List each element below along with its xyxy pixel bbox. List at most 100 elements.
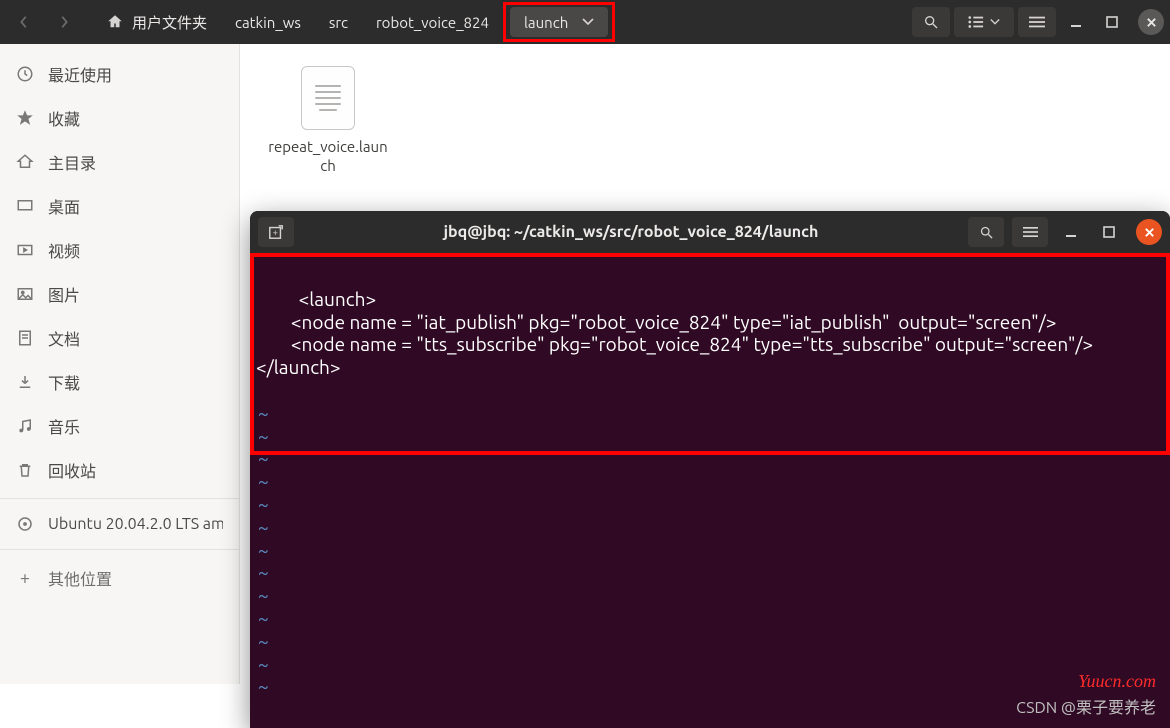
chevron-down-icon [582, 17, 594, 27]
disk-icon [16, 515, 34, 533]
music-icon [16, 417, 34, 435]
search-icon [923, 14, 939, 30]
back-button[interactable] [6, 7, 42, 37]
crumb-label: 用户文件夹 [132, 12, 207, 33]
sidebar-item-home[interactable]: 主目录 [0, 140, 239, 184]
hamburger-icon [1029, 16, 1045, 28]
minimize-icon [1069, 15, 1083, 29]
vim-empty-line: ~ [256, 584, 1164, 607]
maximize-icon [1106, 16, 1118, 28]
chevron-left-icon [17, 15, 31, 29]
menu-button[interactable] [1018, 7, 1056, 37]
maximize-icon [1103, 226, 1115, 238]
sidebar-item-label: 回收站 [48, 458, 96, 482]
terminal-window: + jbq@jbq: ~/catkin_ws/src/robot_voice_8… [250, 211, 1170, 728]
terminal-maximize-button[interactable] [1094, 217, 1124, 247]
sidebar-item-trash[interactable]: 回收站 [0, 448, 239, 492]
terminal-body[interactable]: <launch> <node name = "iat_publish" pkg=… [250, 253, 1170, 728]
crumb-home[interactable]: 用户文件夹 [92, 7, 221, 37]
vim-empty-line: ~ [256, 402, 1164, 425]
terminal-content: <launch> <node name = "iat_publish" pkg=… [256, 288, 1093, 378]
search-icon [979, 225, 994, 240]
sidebar-item-label: 桌面 [48, 194, 80, 218]
vim-empty-line: ~ [256, 425, 1164, 448]
sidebar-item-label: 视频 [48, 238, 80, 262]
new-tab-button[interactable]: + [258, 217, 294, 247]
close-button[interactable] [1138, 9, 1164, 35]
vim-empty-line: ~ [256, 447, 1164, 470]
terminal-close-button[interactable] [1136, 219, 1162, 245]
chevron-right-icon [57, 15, 71, 29]
vim-empty-line: ~ [256, 561, 1164, 584]
view-toggle-button[interactable] [954, 7, 1014, 37]
terminal-titlebar: + jbq@jbq: ~/catkin_ws/src/robot_voice_8… [250, 211, 1170, 253]
document-icon [16, 329, 34, 347]
new-tab-icon: + [268, 224, 284, 240]
watermark-site: Yuucn.com [1078, 671, 1156, 692]
vim-empty-line: ~ [256, 630, 1164, 653]
file-item[interactable]: repeat_voice.launch [268, 66, 388, 176]
vim-empty-line: ~ [256, 607, 1164, 630]
forward-button[interactable] [46, 7, 82, 37]
sidebar-item-label: 收藏 [48, 106, 80, 130]
sidebar-item-starred[interactable]: 收藏 [0, 96, 239, 140]
home-icon [106, 13, 124, 31]
plus-icon: + [16, 569, 34, 587]
terminal-search-button[interactable] [968, 217, 1004, 247]
terminal-menu-button[interactable] [1012, 217, 1048, 247]
sidebar-item-music[interactable]: 音乐 [0, 404, 239, 448]
close-icon [1144, 227, 1155, 238]
video-icon [16, 241, 34, 259]
trash-icon [16, 461, 34, 479]
download-icon [16, 373, 34, 391]
crumb-label: launch [524, 14, 568, 31]
sidebar-item-disk[interactable]: Ubuntu 20.04.2.0 LTS amd [0, 505, 239, 543]
sidebar-item-documents[interactable]: 文档 [0, 316, 239, 360]
terminal-minimize-button[interactable] [1056, 217, 1086, 247]
breadcrumb: 用户文件夹 catkin_ws src robot_voice_824 laun… [92, 2, 615, 42]
sidebar-item-label: 其他位置 [48, 566, 112, 590]
sidebar-item-label: 主目录 [48, 150, 96, 174]
sidebar-item-desktop[interactable]: 桌面 [0, 184, 239, 228]
sidebar-item-label: Ubuntu 20.04.2.0 LTS amd [48, 515, 223, 533]
crumb-item[interactable]: catkin_ws [221, 7, 315, 37]
desktop-icon [16, 197, 34, 215]
crumb-label: src [329, 14, 348, 31]
picture-icon [16, 285, 34, 303]
vim-empty-line: ~ [256, 493, 1164, 516]
sidebar-item-downloads[interactable]: 下载 [0, 360, 239, 404]
file-icon [301, 66, 355, 130]
crumb-item[interactable]: robot_voice_824 [362, 7, 503, 37]
crumb-item-active[interactable]: launch [510, 7, 608, 37]
sidebar-item-label: 文档 [48, 326, 80, 350]
vim-empty-line: ~ [256, 470, 1164, 493]
sidebar-item-recent[interactable]: 最近使用 [0, 52, 239, 96]
hamburger-icon [1023, 226, 1038, 238]
sidebar-item-label: 音乐 [48, 414, 80, 438]
crumb-label: catkin_ws [235, 14, 301, 31]
highlight-box: launch [503, 2, 615, 42]
svg-text:+: + [272, 227, 278, 238]
separator [0, 498, 239, 499]
sidebar: 最近使用 收藏 主目录 桌面 视频 图片 文档 下载 [0, 44, 240, 684]
sidebar-item-other-locations[interactable]: + 其他位置 [0, 556, 239, 600]
terminal-title: jbq@jbq: ~/catkin_ws/src/robot_voice_824… [302, 223, 960, 241]
sidebar-item-label: 最近使用 [48, 62, 112, 86]
clock-icon [16, 65, 34, 83]
sidebar-item-label: 图片 [48, 282, 80, 306]
file-manager-titlebar: 用户文件夹 catkin_ws src robot_voice_824 laun… [0, 0, 1170, 44]
crumb-label: robot_voice_824 [376, 14, 489, 31]
sidebar-item-label: 下载 [48, 370, 80, 394]
chevron-down-icon [990, 18, 1000, 26]
home-icon [16, 153, 34, 171]
sidebar-item-videos[interactable]: 视频 [0, 228, 239, 272]
separator [0, 549, 239, 550]
watermark-attribution: CSDN @栗子要养老 [1016, 694, 1156, 718]
sidebar-item-pictures[interactable]: 图片 [0, 272, 239, 316]
minimize-button[interactable] [1060, 7, 1092, 37]
file-name: repeat_voice.launch [268, 138, 388, 176]
maximize-button[interactable] [1096, 7, 1128, 37]
vim-empty-line: ~ [256, 539, 1164, 562]
search-button[interactable] [912, 7, 950, 37]
crumb-item[interactable]: src [315, 7, 362, 37]
